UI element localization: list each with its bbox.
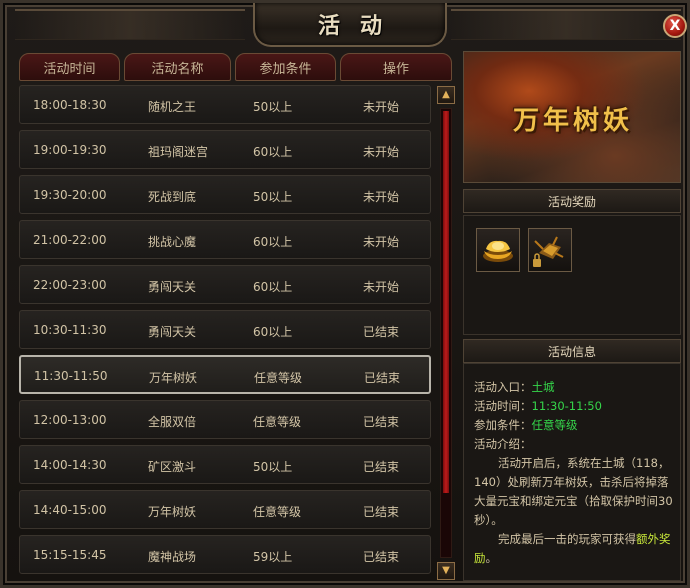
header-name: 活动名称 [124,53,231,81]
table-row[interactable]: 12:00-13:00 全服双倍 任意等级 已结束 [19,400,431,439]
time-line: 活动时间：11:30-11:50 [474,397,674,416]
reward-header: 活动奖励 [463,189,681,213]
entry-line: 活动入口：土城 [474,378,674,397]
title-plaque: 活动 [253,3,447,47]
row-status: 已结束 [363,460,400,474]
row-condition: 60以上 [253,280,293,294]
time-label: 活动时间： [474,399,532,413]
row-status: 已结束 [363,550,400,564]
banner-title: 万年树妖 [512,106,633,136]
row-status: 已结束 [363,505,400,519]
row-condition: 59以上 [253,550,293,564]
time-value: 11:30-11:50 [531,399,602,413]
row-name: 勇闯天关 [148,325,197,339]
condition-label: 参加条件： [474,418,532,432]
intro-label: 活动介绍： [474,437,532,451]
window-title: 活动 [317,14,402,39]
close-button[interactable]: X [663,14,687,38]
title-ornament-left [15,9,245,40]
list-scrollbar[interactable]: ▲ ▼ [437,86,455,580]
table-row[interactable]: 14:00-14:30 矿区激斗 50以上 已结束 [19,445,431,484]
row-name: 勇闯天关 [148,280,197,294]
activity-detail-panel: 万年树妖 活动奖励 活动信息 活动入口：土城 活动时间：11:30-11:50 … [461,51,683,581]
table-row[interactable]: 18:00-18:30 随机之王 50以上 未开始 [19,85,431,124]
table-row[interactable]: 22:00-23:00 勇闯天关 60以上 未开始 [19,265,431,304]
row-status: 未开始 [363,190,400,204]
row-condition: 60以上 [253,235,293,249]
scroll-thumb[interactable] [443,111,449,493]
row-time: 12:00-13:00 [33,413,107,427]
row-status: 未开始 [363,145,400,159]
bound-ingot-icon [533,236,564,267]
intro-paragraph-1: 活动开启后，系统在土城（118，140）处刷新万年树妖，击杀后将掉落大量元宝和绑… [474,456,673,527]
table-header: 活动时间 活动名称 参加条件 操作 [16,51,457,83]
table-row-selected[interactable]: 11:30-11:50 万年树妖 任意等级 已结束 [19,355,431,394]
row-condition: 60以上 [253,145,293,159]
table-row[interactable]: 15:15-15:45 魔神战场 59以上 已结束 [19,535,431,574]
row-name: 矿区激斗 [148,460,197,474]
info-header: 活动信息 [463,339,681,363]
gold-ingot-icon [483,240,513,262]
activity-list-panel: 活动时间 活动名称 参加条件 操作 18:00-18:30 随机之王 50以上 … [16,51,457,581]
table-row[interactable]: 21:00-22:00 挑战心魔 60以上 未开始 [19,220,431,259]
row-name: 挑战心魔 [148,235,197,249]
table-row[interactable]: 10:30-11:30 勇闯天关 60以上 已结束 [19,310,431,349]
row-status: 未开始 [363,235,400,249]
row-status: 已结束 [364,371,401,385]
row-name: 随机之王 [148,100,197,114]
activity-rows: 18:00-18:30 随机之王 50以上 未开始 19:00-19:30 祖玛… [19,85,432,581]
row-time: 21:00-22:00 [33,233,107,247]
row-time: 22:00-23:00 [33,278,107,292]
row-time: 19:00-19:30 [33,143,107,157]
row-name: 万年树妖 [149,371,198,385]
scroll-down-icon[interactable]: ▼ [437,562,455,580]
row-condition: 任意等级 [254,371,303,385]
row-time: 14:40-15:00 [33,503,107,517]
intro-p2-end: 。 [485,551,498,565]
intro-paragraph-2: 完成最后一击的玩家可获得额外奖励。 [474,530,674,568]
table-row[interactable]: 19:30-20:00 死战到底 50以上 未开始 [19,175,431,214]
reward-slot-ingot[interactable] [476,228,520,272]
table-row[interactable]: 19:00-19:30 祖玛阁迷宫 60以上 未开始 [19,130,431,169]
activity-window: 活动 X 活动时间 活动名称 参加条件 操作 18:00-18:30 随机之王 … [0,0,690,588]
row-status: 已结束 [363,415,400,429]
row-time: 19:30-20:00 [33,188,107,202]
row-condition: 任意等级 [253,505,302,519]
info-box: 活动入口：土城 活动时间：11:30-11:50 参加条件：任意等级 活动介绍：… [463,363,681,581]
header-action: 操作 [340,53,452,81]
row-name: 万年树妖 [148,505,197,519]
header-time: 活动时间 [19,53,120,81]
entry-label: 活动入口： [474,380,532,394]
scroll-up-icon[interactable]: ▲ [437,86,455,104]
row-condition: 50以上 [253,100,293,114]
row-name: 祖玛阁迷宫 [148,145,209,159]
row-name: 死战到底 [148,190,197,204]
condition-value: 任意等级 [531,418,578,432]
title-ornament-right [451,9,681,40]
row-time: 10:30-11:30 [33,323,107,337]
row-time: 14:00-14:30 [33,458,107,472]
row-time: 15:15-15:45 [33,548,107,562]
row-status: 已结束 [363,325,400,339]
header-condition: 参加条件 [235,53,336,81]
scroll-track[interactable] [440,108,452,558]
table-row[interactable]: 14:40-15:00 万年树妖 任意等级 已结束 [19,490,431,529]
condition-line: 参加条件：任意等级 [474,416,674,435]
activity-banner: 万年树妖 [463,51,681,183]
row-name: 全服双倍 [148,415,197,429]
row-time: 11:30-11:50 [34,369,108,383]
intro-p2-text: 完成最后一击的玩家可获得 [498,532,636,546]
row-condition: 50以上 [253,460,293,474]
entry-value[interactable]: 土城 [532,380,555,394]
reward-box [463,215,681,335]
row-status: 未开始 [363,280,400,294]
reward-slot-bound-ingot[interactable] [528,228,572,272]
row-condition: 任意等级 [253,415,302,429]
row-condition: 50以上 [253,190,293,204]
row-time: 18:00-18:30 [33,98,107,112]
row-condition: 60以上 [253,325,293,339]
row-name: 魔神战场 [148,550,197,564]
row-status: 未开始 [363,100,400,114]
